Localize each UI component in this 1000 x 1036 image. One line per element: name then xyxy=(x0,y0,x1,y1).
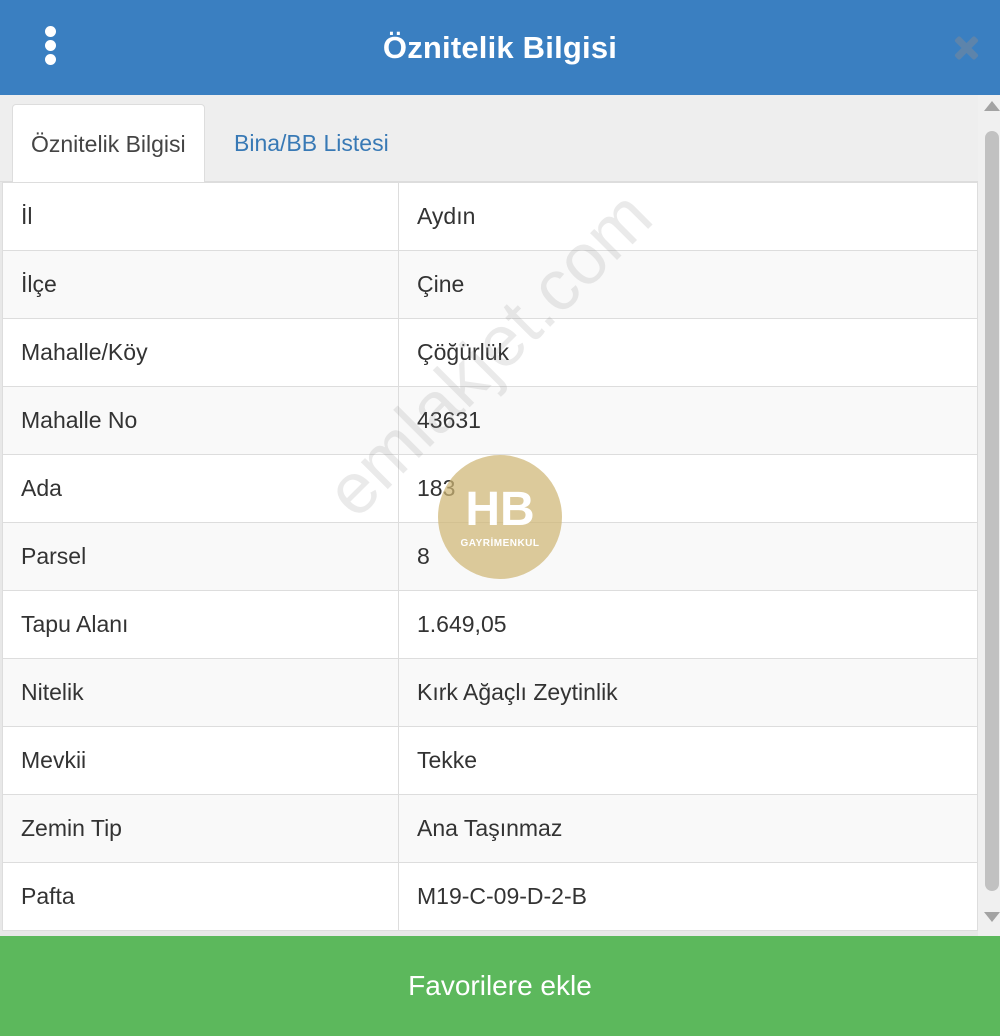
row-value: M19-C-09-D-2-B xyxy=(398,862,978,931)
table-row: Mevkii Tekke xyxy=(2,726,978,795)
row-value: 8 xyxy=(398,522,978,591)
row-label: Mevkii xyxy=(2,726,399,795)
scroll-up-arrow-icon[interactable] xyxy=(984,101,1000,111)
row-value: Ana Taşınmaz xyxy=(398,794,978,863)
row-label: İlçe xyxy=(2,250,399,319)
close-icon[interactable] xyxy=(952,33,982,63)
table-row: İlçe Çine xyxy=(2,250,978,319)
table-row: Zemin Tip Ana Taşınmaz xyxy=(2,794,978,863)
row-value: 183 xyxy=(398,454,978,523)
dialog-title: Öznitelik Bilgisi xyxy=(382,29,618,65)
table-row: Parsel 8 xyxy=(2,522,978,591)
vertical-scrollbar[interactable] xyxy=(978,95,1000,936)
row-label: Zemin Tip xyxy=(2,794,399,863)
row-label: Pafta xyxy=(2,862,399,931)
dialog-header: Öznitelik Bilgisi xyxy=(0,0,1000,95)
add-to-favorites-button[interactable]: Favorilere ekle xyxy=(0,936,1000,1036)
scroll-down-arrow-icon[interactable] xyxy=(984,912,1000,922)
table-row: Nitelik Kırk Ağaçlı Zeytinlik xyxy=(2,658,978,727)
row-value: Aydın xyxy=(398,182,978,251)
table-row: İl Aydın xyxy=(2,182,978,251)
row-value: 1.649,05 xyxy=(398,590,978,659)
tab-oznitelik-bilgisi[interactable]: Öznitelik Bilgisi xyxy=(12,104,205,184)
table-row: Mahalle/Köy Çöğürlük xyxy=(2,318,978,387)
row-label: Parsel xyxy=(2,522,399,591)
table-row: Mahalle No 43631 xyxy=(2,386,978,455)
table-row: Tapu Alanı 1.649,05 xyxy=(2,590,978,659)
row-value: Tekke xyxy=(398,726,978,795)
row-label: Ada xyxy=(2,454,399,523)
row-value: Çöğürlük xyxy=(398,318,978,387)
dialog-content: Öznitelik Bilgisi Bina/BB Listesi İl Aydı… xyxy=(0,95,1000,936)
tab-bar: Öznitelik Bilgisi Bina/BB Listesi xyxy=(0,95,978,184)
row-value: Çine xyxy=(398,250,978,319)
table-row: Ada 183 xyxy=(2,454,978,523)
table-row: Pafta M19-C-09-D-2-B xyxy=(2,862,978,931)
vertical-dots-icon[interactable] xyxy=(40,26,60,66)
row-label: Mahalle/Köy xyxy=(2,318,399,387)
row-label: Mahalle No xyxy=(2,386,399,455)
attribute-table: İl Aydın İlçe Çine Mahalle/Köy Çöğürlük Mah… xyxy=(2,182,978,931)
row-label: Nitelik xyxy=(2,658,399,727)
row-label: İl xyxy=(2,182,399,251)
scrollbar-thumb[interactable] xyxy=(985,131,999,891)
row-value: Kırk Ağaçlı Zeytinlik xyxy=(398,658,978,727)
row-label: Tapu Alanı xyxy=(2,590,399,659)
tab-bina-bb-listesi[interactable]: Bina/BB Listesi xyxy=(216,104,407,182)
row-value: 43631 xyxy=(398,386,978,455)
